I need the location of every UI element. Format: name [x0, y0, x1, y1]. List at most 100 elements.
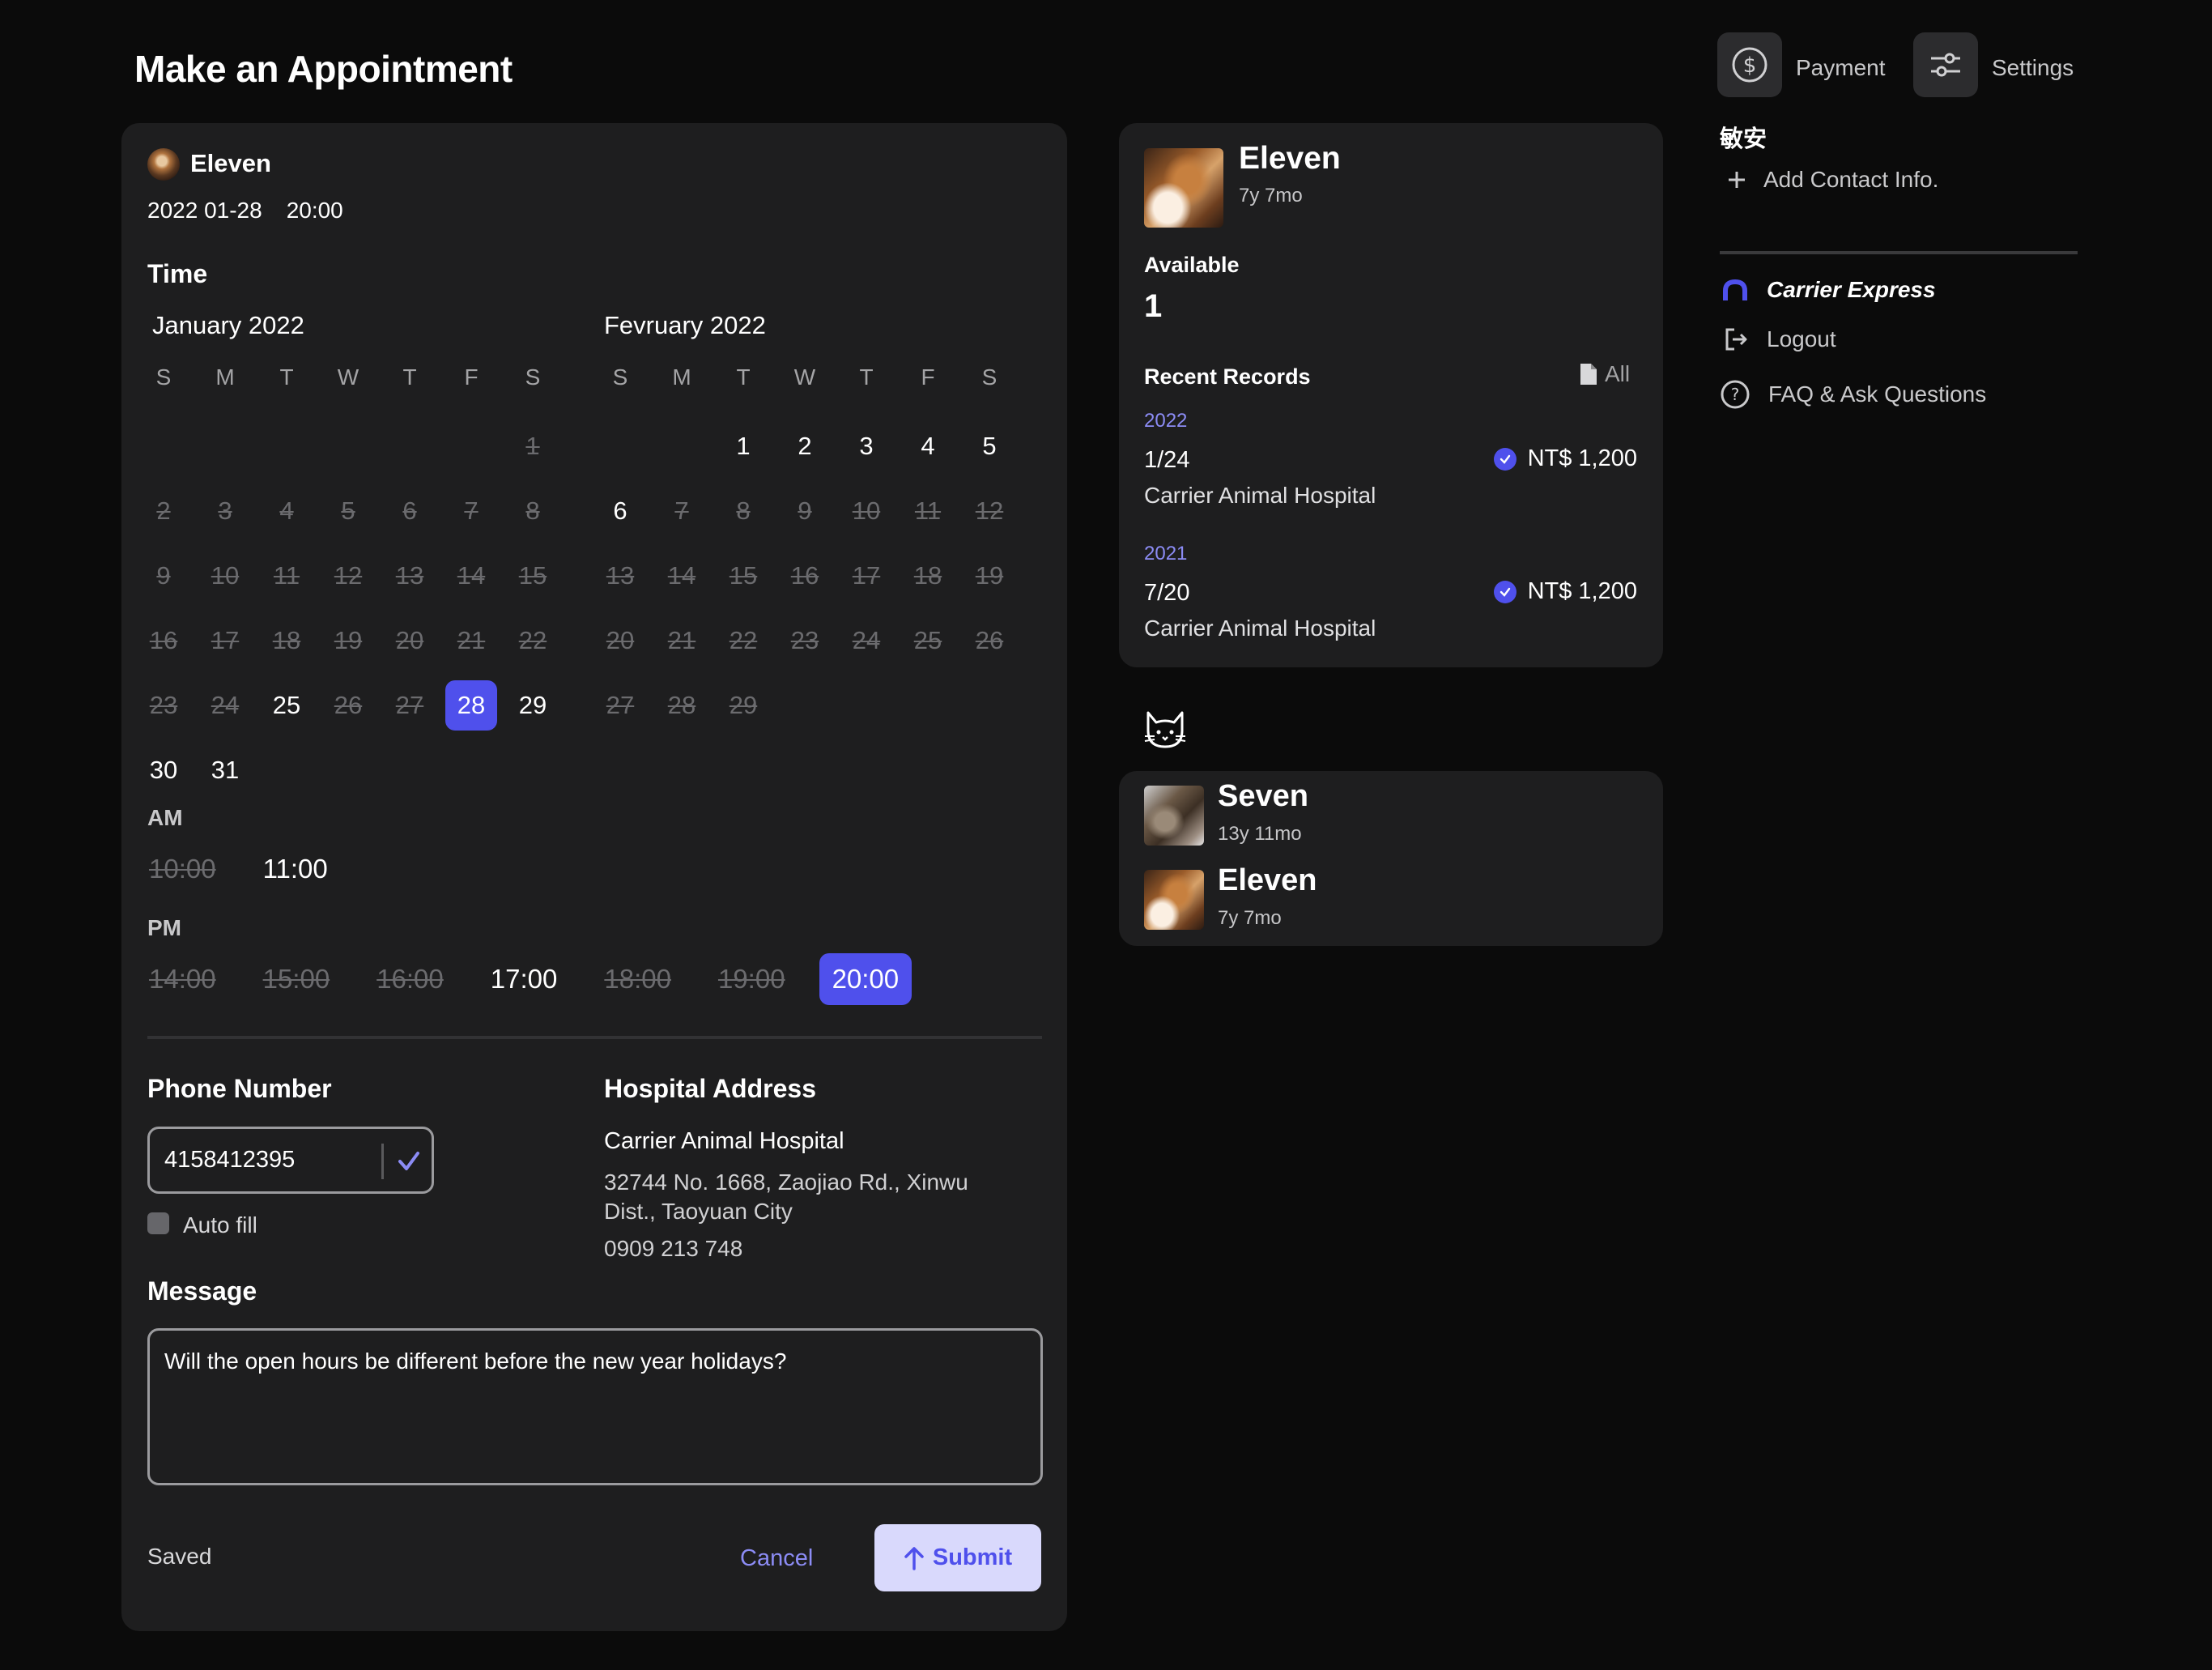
nav-item-carrier-express[interactable]: Carrier Express — [1721, 277, 1936, 303]
time-slot: 16:00 — [376, 964, 444, 994]
all-label: All — [1605, 361, 1631, 386]
weekday-header: W — [337, 364, 359, 390]
document-icon — [1580, 364, 1597, 385]
weekday-header: S — [612, 364, 628, 390]
available-label: Available — [1144, 253, 1240, 277]
calendar-day: 4 — [279, 496, 294, 525]
calendar-day: 18 — [272, 626, 301, 654]
calendar-day: 16 — [149, 626, 178, 654]
weekday-header: M — [672, 364, 691, 390]
weekday-header: W — [793, 364, 816, 390]
pm-label: PM — [147, 915, 181, 940]
cancel-button[interactable]: Cancel — [740, 1545, 813, 1572]
time-slot: 14:00 — [149, 964, 216, 994]
sliders-icon — [1931, 53, 1960, 77]
dollar-icon: $ — [1732, 47, 1767, 83]
calendar-day: 1 — [525, 432, 540, 460]
calendar-day: 3 — [218, 496, 232, 525]
add-contact-label: Add Contact Info. — [1763, 167, 1939, 192]
calendar-day: 10 — [852, 496, 881, 525]
calendar-day: 9 — [798, 496, 812, 525]
pet-photo-seven[interactable] — [1144, 786, 1204, 846]
calendar-day: 23 — [790, 626, 819, 654]
pet-list-age: 13y 11mo — [1218, 823, 1302, 845]
calendar-day: 7 — [464, 496, 479, 525]
time-section-heading: Time — [147, 259, 208, 288]
record-price-value: NT$ 1,200 — [1527, 445, 1637, 471]
calendar-day[interactable]: 3 — [836, 421, 897, 471]
nav-item-label: Logout — [1767, 326, 1836, 351]
payment-button[interactable]: $ — [1717, 32, 1782, 97]
hospital-name: Carrier Animal Hospital — [604, 1128, 844, 1154]
calendar-day: 19 — [334, 626, 363, 654]
user-name: 敏安 — [1720, 126, 1767, 152]
carrier-express-icon — [1723, 279, 1747, 300]
weekday-header: S — [981, 364, 998, 390]
calendar-day[interactable]: 29 — [502, 680, 564, 731]
am-label: AM — [147, 805, 183, 830]
add-contact-button[interactable]: Add Contact Info. — [1728, 167, 1938, 193]
calendar-day: 28 — [667, 691, 696, 719]
calendar-day[interactable]: 1 — [713, 421, 774, 471]
pet-list-name[interactable]: Seven — [1218, 779, 1308, 814]
calendar-day: 29 — [729, 691, 758, 719]
calendar-day: 20 — [606, 626, 635, 654]
calendar-day[interactable]: 2 — [774, 421, 836, 471]
time-slot[interactable]: 11:00 — [250, 843, 341, 895]
pet-photo-eleven[interactable] — [1144, 870, 1204, 930]
autofill-checkbox[interactable] — [147, 1212, 169, 1234]
phone-input[interactable]: 4158412395 — [147, 1127, 434, 1194]
submit-button[interactable]: Submit — [874, 1524, 1041, 1591]
calendar-day: 10 — [211, 561, 240, 590]
calendar-day: 18 — [913, 561, 942, 590]
weekday-header: S — [155, 364, 172, 390]
calendar-day[interactable]: 4 — [897, 421, 959, 471]
time-slot[interactable]: 17:00 — [478, 953, 571, 1005]
calendar-day[interactable]: 30 — [133, 745, 194, 795]
calendar-day: 14 — [457, 561, 486, 590]
checkmark-icon — [398, 1152, 419, 1170]
calendar-day: 24 — [852, 626, 881, 654]
weekday-header: F — [921, 364, 935, 390]
record-hospital: Carrier Animal Hospital — [1144, 483, 1376, 508]
calendar-day[interactable]: 31 — [194, 745, 256, 795]
calendar-empty-cell — [256, 421, 317, 471]
payment-label[interactable]: Payment — [1796, 55, 1886, 81]
autofill-label: Auto fill — [183, 1212, 257, 1238]
calendar-day[interactable]: 6 — [589, 486, 651, 536]
calendar-day: 17 — [852, 561, 881, 590]
calendar-day: 13 — [606, 561, 635, 590]
calendar-day: 24 — [211, 691, 240, 719]
appointment-datetime: 2022 01-28 20:00 — [147, 198, 343, 224]
calendar-day: 9 — [156, 561, 171, 590]
calendar-day: 6 — [402, 496, 417, 525]
time-slot-selected[interactable]: 20:00 — [819, 953, 912, 1005]
calendar-day[interactable]: 25 — [256, 680, 317, 731]
calendar-day: 19 — [975, 561, 1004, 590]
nav-item-label: Carrier Express — [1767, 277, 1936, 302]
calendar-empty-cell — [440, 421, 502, 471]
nav-item-logout[interactable]: Logout — [1723, 326, 1836, 352]
record-year: 2021 — [1144, 543, 1188, 564]
nav-item-faq[interactable]: ? FAQ & Ask Questions — [1720, 379, 1986, 410]
all-records-link[interactable]: All — [1579, 361, 1630, 387]
settings-button[interactable] — [1913, 32, 1978, 97]
settings-label[interactable]: Settings — [1992, 55, 2074, 81]
calendar-day-selected[interactable]: 28 — [445, 680, 497, 731]
phone-separator — [381, 1144, 384, 1179]
pet-list-name[interactable]: Eleven — [1218, 863, 1317, 898]
record-price: NT$ 1,200 — [1493, 578, 1637, 605]
message-textarea[interactable]: Will the open hours be different before … — [147, 1328, 1043, 1485]
calendar-day: 27 — [395, 691, 424, 719]
logout-icon — [1725, 328, 1747, 351]
calendar-day[interactable]: 5 — [959, 421, 1020, 471]
calendar-day: 21 — [457, 626, 486, 654]
calendar-day: 26 — [975, 626, 1004, 654]
available-count: 1 — [1144, 288, 1163, 324]
calendar-empty-cell — [651, 421, 713, 471]
pet-card-name: Eleven — [1239, 141, 1341, 176]
question-icon: ? — [1721, 380, 1750, 409]
calendar-day: 21 — [667, 626, 696, 654]
paid-check-icon — [1493, 447, 1516, 471]
submit-label: Submit — [932, 1544, 1013, 1570]
